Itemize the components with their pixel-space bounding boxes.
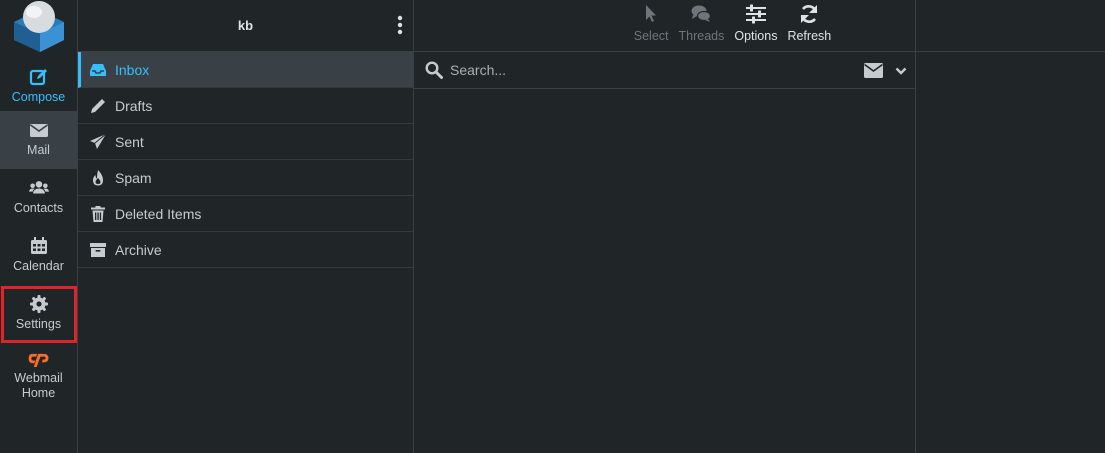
compose-label: Compose xyxy=(11,90,66,104)
cursor-pointer-icon xyxy=(646,5,657,22)
threads-button[interactable]: Threads xyxy=(678,0,725,51)
settings-label: Settings xyxy=(15,317,62,331)
folder-label: Spam xyxy=(115,169,152,186)
folder-archive[interactable]: Archive xyxy=(78,232,413,268)
mail-label: Mail xyxy=(27,143,50,157)
threads-icon xyxy=(691,5,712,22)
gear-icon xyxy=(29,295,48,313)
folder-label: Inbox xyxy=(115,61,150,78)
calendar-button[interactable]: Calendar xyxy=(0,227,77,285)
trash-icon xyxy=(91,205,105,222)
contacts-label: Contacts xyxy=(13,201,64,215)
folder-deleted-items[interactable]: Deleted Items xyxy=(78,196,413,232)
refresh-button[interactable]: Refresh xyxy=(787,0,831,51)
fire-icon xyxy=(93,169,103,185)
calendar-label: Calendar xyxy=(13,259,64,273)
compose-button[interactable]: Compose xyxy=(0,58,77,116)
mail-button[interactable]: Mail xyxy=(0,111,77,169)
envelope-icon[interactable] xyxy=(864,63,883,78)
pencil-icon xyxy=(91,98,105,113)
folder-sent[interactable]: Sent xyxy=(78,124,413,160)
roundcube-logo[interactable] xyxy=(10,0,66,52)
select-button[interactable]: Select xyxy=(634,0,669,51)
inbox-icon xyxy=(90,63,106,76)
settings-button[interactable]: Settings xyxy=(0,285,77,343)
main-navigation: Compose Mail Contacts Calendar Settings … xyxy=(0,0,78,453)
webmail-home-button[interactable]: Webmail Home xyxy=(0,343,77,401)
select-label: Select xyxy=(633,29,669,43)
search-icon[interactable] xyxy=(425,61,443,79)
folder-label: Sent xyxy=(115,133,144,150)
message-list-panel: Select Threads Options Refresh Search... xyxy=(414,0,916,453)
folder-inbox[interactable]: Inbox xyxy=(78,52,413,88)
paper-plane-icon xyxy=(90,133,107,149)
account-name: kb xyxy=(237,18,254,33)
preview-header xyxy=(916,0,1105,52)
search-input[interactable] xyxy=(450,62,830,78)
folder-drafts[interactable]: Drafts xyxy=(78,88,413,124)
message-preview-panel xyxy=(916,0,1105,453)
options-label: Options xyxy=(734,29,778,43)
compose-icon xyxy=(29,69,47,86)
refresh-icon xyxy=(801,5,818,23)
envelope-icon xyxy=(29,124,48,137)
sliders-icon xyxy=(745,4,766,24)
options-button[interactable]: Options xyxy=(734,0,777,51)
folder-label: Drafts xyxy=(115,97,153,114)
webmail-home-label: Webmail Home xyxy=(14,371,63,400)
users-icon xyxy=(28,181,49,194)
chevron-down-icon[interactable] xyxy=(895,65,907,77)
folder-list-panel: kb Inbox Drafts Sent Spam Deleted Items … xyxy=(78,0,414,453)
message-toolbar: Select Threads Options Refresh xyxy=(414,0,915,52)
cpanel-icon xyxy=(28,353,48,368)
kebab-menu-icon[interactable] xyxy=(393,14,407,36)
folder-label: Deleted Items xyxy=(115,205,202,222)
calendar-icon xyxy=(30,237,47,254)
folder-label: Archive xyxy=(115,241,162,258)
folder-spam[interactable]: Spam xyxy=(78,160,413,196)
refresh-label: Refresh xyxy=(787,29,832,43)
contacts-button[interactable]: Contacts xyxy=(0,169,77,227)
search-bar xyxy=(414,52,915,89)
folder-list-header: kb xyxy=(78,0,413,52)
archive-box-icon xyxy=(90,242,106,257)
threads-label: Threads xyxy=(678,29,725,43)
